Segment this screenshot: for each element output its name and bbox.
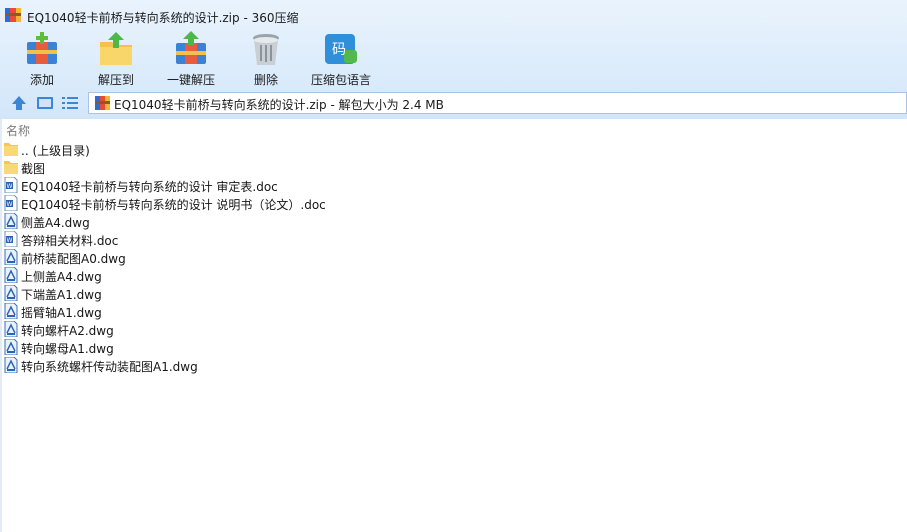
- list-item[interactable]: 上侧盖A4.dwg: [0, 266, 907, 284]
- one-click-extract-icon: [176, 31, 206, 64]
- dwg-drawing-icon: [4, 303, 18, 319]
- dwg-drawing-icon: [4, 249, 18, 265]
- folder-icon: [4, 161, 18, 174]
- folder-icon: [4, 143, 18, 156]
- one-click-extract-button[interactable]: 一键解压: [166, 30, 216, 88]
- trash-bin-icon: [253, 34, 279, 65]
- word-document-icon: W: [4, 177, 18, 193]
- dwg-drawing-icon: [4, 357, 18, 373]
- extract-to-icon: [100, 32, 132, 65]
- delete-button[interactable]: 删除: [246, 30, 286, 88]
- add-button[interactable]: 添加: [22, 30, 62, 88]
- address-bar: EQ1040轻卡前桥与转向系统的设计.zip - 解包大小为 2.4 MB: [0, 92, 907, 114]
- up-arrow-icon[interactable]: [10, 94, 28, 112]
- svg-text:W: W: [7, 201, 13, 208]
- file-name: 前桥装配图A0.dwg: [21, 252, 126, 266]
- file-name: .. (上级目录): [21, 144, 90, 158]
- list-item-parent-directory[interactable]: .. (上级目录): [0, 140, 907, 158]
- add-button-label: 添加: [29, 73, 54, 87]
- archive-language-icon-text: 码: [332, 42, 346, 58]
- archive-language-button[interactable]: 码 压缩包语言: [308, 30, 374, 88]
- dwg-drawing-icon: [4, 339, 18, 355]
- address-field[interactable]: EQ1040轻卡前桥与转向系统的设计.zip - 解包大小为 2.4 MB: [88, 92, 907, 114]
- list-item[interactable]: W 答辩相关材料.doc: [0, 230, 907, 248]
- column-header-label: 名称: [6, 124, 31, 138]
- dwg-drawing-icon: [4, 285, 18, 301]
- list-item[interactable]: 转向系统螺杆传动装配图A1.dwg: [0, 356, 907, 374]
- delete-button-label: 删除: [253, 73, 278, 87]
- column-header-name[interactable]: 名称: [0, 119, 907, 139]
- dwg-drawing-icon: [4, 321, 18, 337]
- main-toolbar: 添加 解压到 一键解压 删除 码 压缩包语言: [0, 30, 907, 88]
- file-rows: .. (上级目录) 截图 W EQ1040轻卡前桥与转向系统的设计 审定表.do…: [0, 140, 907, 374]
- list-item[interactable]: 侧盖A4.dwg: [0, 212, 907, 230]
- file-name: 摇臂轴A1.dwg: [21, 306, 102, 320]
- list-item[interactable]: 转向螺杆A2.dwg: [0, 320, 907, 338]
- thumbnail-view-icon[interactable]: [36, 94, 54, 112]
- list-item[interactable]: 前桥装配图A0.dwg: [0, 248, 907, 266]
- add-archive-icon: [27, 32, 57, 64]
- list-item[interactable]: W EQ1040轻卡前桥与转向系统的设计 审定表.doc: [0, 176, 907, 194]
- title-bar: EQ1040轻卡前桥与转向系统的设计.zip - 360压缩: [0, 0, 907, 30]
- file-list: 名称 .. (上级目录) 截图 W EQ1040轻卡前桥与转向系统的设计 审定表…: [0, 118, 907, 532]
- archive-app-icon: [5, 8, 21, 22]
- file-name: 侧盖A4.dwg: [21, 216, 90, 230]
- svg-text:W: W: [7, 183, 13, 190]
- file-name: 下端盖A1.dwg: [21, 288, 102, 302]
- file-name: 转向螺杆A2.dwg: [21, 324, 114, 338]
- word-document-icon: W: [4, 231, 18, 247]
- file-name: EQ1040轻卡前桥与转向系统的设计 审定表.doc: [21, 180, 278, 194]
- file-name: 转向系统螺杆传动装配图A1.dwg: [21, 360, 198, 374]
- file-name: 截图: [21, 162, 46, 176]
- list-view-icon[interactable]: [61, 94, 79, 112]
- dwg-drawing-icon: [4, 267, 18, 283]
- archive-window: EQ1040轻卡前桥与转向系统的设计.zip - 360压缩 添加 解压到 一键…: [0, 0, 907, 532]
- list-item[interactable]: 转向螺母A1.dwg: [0, 338, 907, 356]
- extract-to-button-label: 解压到: [97, 73, 134, 87]
- window-chrome: EQ1040轻卡前桥与转向系统的设计.zip - 360压缩 添加 解压到 一键…: [0, 0, 907, 118]
- extract-to-button[interactable]: 解压到: [96, 30, 136, 88]
- window-title: EQ1040轻卡前桥与转向系统的设计.zip - 360压缩: [27, 11, 299, 25]
- list-item[interactable]: 下端盖A1.dwg: [0, 284, 907, 302]
- archive-file-icon: [95, 96, 110, 110]
- file-name: EQ1040轻卡前桥与转向系统的设计 说明书（论文）.doc: [21, 198, 326, 212]
- file-name: 答辩相关材料.doc: [21, 234, 119, 248]
- svg-text:W: W: [7, 237, 13, 244]
- list-item[interactable]: 截图: [0, 158, 907, 176]
- list-item[interactable]: W EQ1040轻卡前桥与转向系统的设计 说明书（论文）.doc: [0, 194, 907, 212]
- archive-language-icon: 码: [325, 34, 357, 64]
- file-name: 转向螺母A1.dwg: [21, 342, 114, 356]
- one-click-extract-button-label: 一键解压: [166, 73, 215, 87]
- file-name: 上侧盖A4.dwg: [21, 270, 102, 284]
- dwg-drawing-icon: [4, 213, 18, 229]
- archive-language-button-label: 压缩包语言: [310, 73, 371, 87]
- address-path: EQ1040轻卡前桥与转向系统的设计.zip - 解包大小为 2.4 MB: [114, 98, 444, 112]
- word-document-icon: W: [4, 195, 18, 211]
- list-item[interactable]: 摇臂轴A1.dwg: [0, 302, 907, 320]
